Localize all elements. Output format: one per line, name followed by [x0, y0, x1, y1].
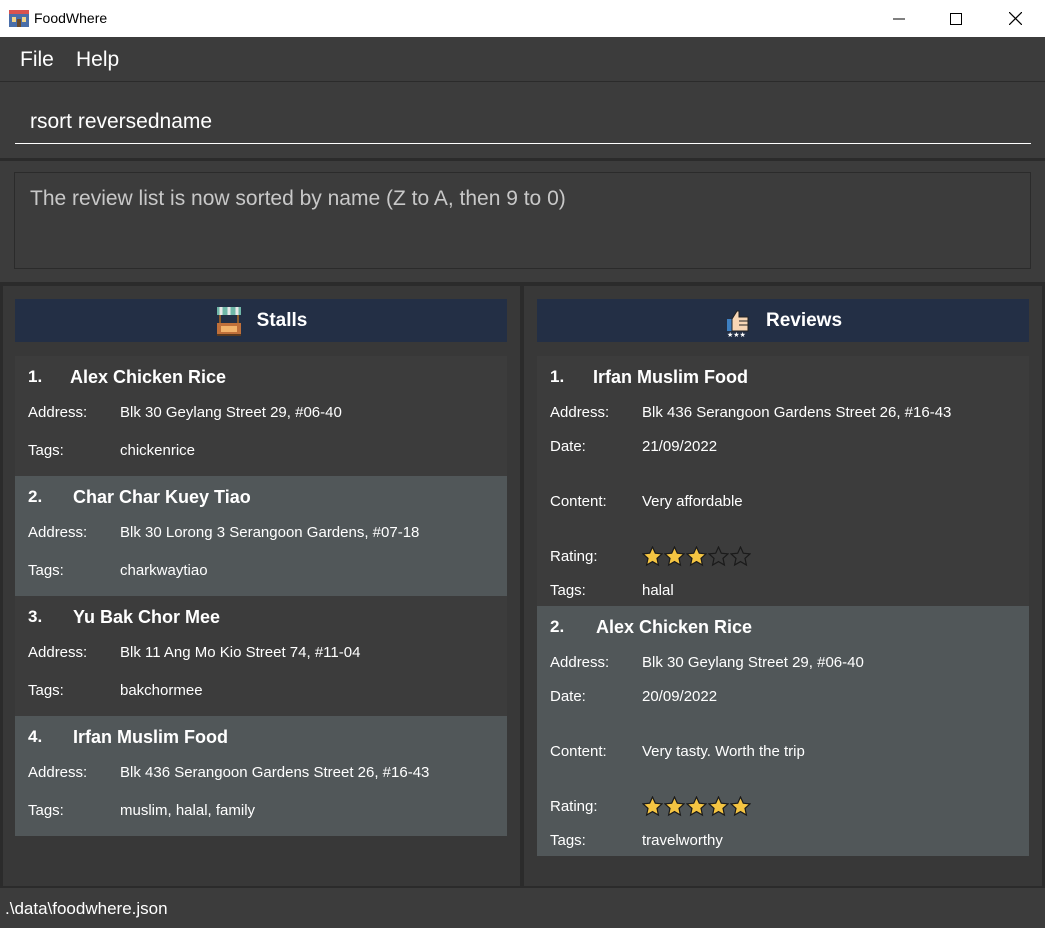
stall-tags-label: Tags:	[28, 442, 64, 459]
review-card[interactable]: 2. Alex Chicken Rice Address: Blk 30 Gey…	[537, 606, 1029, 856]
command-panel	[0, 82, 1045, 161]
stall-tags: charkwaytiao	[120, 562, 208, 579]
stall-tags-label: Tags:	[28, 682, 64, 699]
command-input[interactable]	[15, 100, 1031, 144]
stall-address: Blk 30 Geylang Street 29, #06-40	[120, 404, 342, 421]
star-empty-icon	[708, 546, 729, 567]
stall-index: 4.	[28, 727, 43, 746]
stall-address: Blk 436 Serangoon Gardens Street 26, #16…	[120, 764, 430, 781]
stall-tags-label: Tags:	[28, 802, 64, 819]
review-date: 21/09/2022	[642, 438, 718, 455]
review-name: Irfan Muslim Food	[593, 367, 748, 387]
stall-address-label: Address:	[28, 404, 88, 421]
reviews-header: ★★★ Reviews	[537, 299, 1029, 342]
review-content: Very affordable	[642, 493, 743, 510]
close-icon	[1008, 12, 1022, 25]
review-content: Very tasty. Worth the trip	[642, 743, 805, 760]
review-tags-label: Tags:	[550, 582, 586, 599]
svg-text:★★★: ★★★	[727, 331, 746, 337]
stall-card[interactable]: 2. Char Char Kuey Tiao Address: Blk 30 L…	[15, 476, 507, 596]
stall-name: Yu Bak Chor Mee	[73, 607, 221, 627]
reviews-header-label: Reviews	[765, 309, 843, 331]
review-card[interactable]: 1. Irfan Muslim Food Address: Blk 436 Se…	[537, 356, 1029, 606]
review-tags: halal	[642, 582, 674, 599]
review-date-label: Date:	[550, 438, 586, 455]
stall-name: Irfan Muslim Food	[73, 727, 228, 747]
status-file-path: .\data\foodwhere.json	[5, 899, 168, 918]
stall-tags: chickenrice	[120, 442, 196, 459]
stall-tags: bakchormee	[120, 682, 203, 699]
app-icon	[9, 10, 29, 27]
maximize-button[interactable]	[927, 0, 985, 37]
menu-file[interactable]: File	[20, 48, 54, 72]
stall-card[interactable]: 1. Alex Chicken Rice Address: Blk 30 Gey…	[15, 356, 507, 476]
stall-card[interactable]: 4. Irfan Muslim Food Address: Blk 436 Se…	[15, 716, 507, 836]
review-name: Alex Chicken Rice	[596, 617, 753, 637]
stall-address-label: Address:	[28, 644, 88, 661]
stall-address-label: Address:	[28, 524, 88, 541]
review-rating-stars	[642, 796, 752, 817]
title-bar: FoodWhere	[0, 0, 1045, 37]
stalls-header-label: Stalls	[256, 309, 308, 331]
close-button[interactable]	[986, 0, 1044, 37]
stall-index: 1.	[28, 367, 43, 386]
review-address: Blk 436 Serangoon Gardens Street 26, #16…	[642, 404, 952, 421]
stall-name: Alex Chicken Rice	[70, 367, 227, 387]
review-index: 2.	[550, 617, 565, 636]
review-tags-label: Tags:	[550, 832, 586, 849]
thumbs-up-icon: ★★★	[726, 310, 749, 337]
maximize-icon	[950, 12, 962, 25]
review-rating-label: Rating:	[550, 798, 598, 815]
stall-address-label: Address:	[28, 764, 88, 781]
star-filled-icon	[642, 796, 663, 817]
menu-help[interactable]: Help	[76, 48, 119, 72]
result-display[interactable]: The review list is now sorted by name (Z…	[14, 172, 1031, 269]
review-date-label: Date:	[550, 688, 586, 705]
reviews-panel: ★★★ Reviews 1. Irfan Muslim Food Address…	[524, 286, 1042, 886]
stall-card[interactable]: 3. Yu Bak Chor Mee Address: Blk 11 Ang M…	[15, 596, 507, 716]
stall-tags-label: Tags:	[28, 562, 64, 579]
star-filled-icon	[730, 796, 751, 817]
status-bar: .\data\foodwhere.json	[0, 888, 1045, 928]
review-address: Blk 30 Geylang Street 29, #06-40	[642, 654, 864, 671]
stall-index: 3.	[28, 607, 43, 626]
star-filled-icon	[664, 546, 685, 567]
stalls-panel: Stalls 1. Alex Chicken Rice Address: Blk…	[3, 286, 520, 886]
review-tags: travelworthy	[642, 832, 723, 849]
stalls-header: Stalls	[15, 299, 507, 342]
menu-bar: File Help	[0, 37, 1045, 82]
window-title: FoodWhere	[34, 10, 108, 26]
star-filled-icon	[686, 796, 707, 817]
review-index: 1.	[550, 367, 565, 386]
stall-name: Char Char Kuey Tiao	[73, 487, 251, 507]
result-panel: The review list is now sorted by name (Z…	[0, 161, 1045, 286]
minimize-button[interactable]	[870, 0, 928, 37]
result-message: The review list is now sorted by name (Z…	[30, 187, 566, 210]
stall-address: Blk 30 Lorong 3 Serangoon Gardens, #07-1…	[120, 524, 420, 541]
review-date: 20/09/2022	[642, 688, 718, 705]
minimize-icon	[893, 18, 905, 19]
stall-icon	[216, 306, 241, 336]
star-filled-icon	[686, 546, 707, 567]
star-filled-icon	[708, 796, 729, 817]
review-content-label: Content:	[550, 493, 607, 510]
stall-address: Blk 11 Ang Mo Kio Street 74, #11-04	[120, 644, 361, 661]
star-filled-icon	[642, 546, 663, 567]
star-filled-icon	[664, 796, 685, 817]
review-rating-label: Rating:	[550, 548, 598, 565]
review-rating-stars	[642, 546, 752, 567]
star-empty-icon	[730, 546, 751, 567]
review-content-label: Content:	[550, 743, 607, 760]
review-address-label: Address:	[550, 404, 610, 421]
stall-index: 2.	[28, 487, 43, 506]
stall-tags: muslim, halal, family	[120, 802, 256, 819]
review-address-label: Address:	[550, 654, 610, 671]
